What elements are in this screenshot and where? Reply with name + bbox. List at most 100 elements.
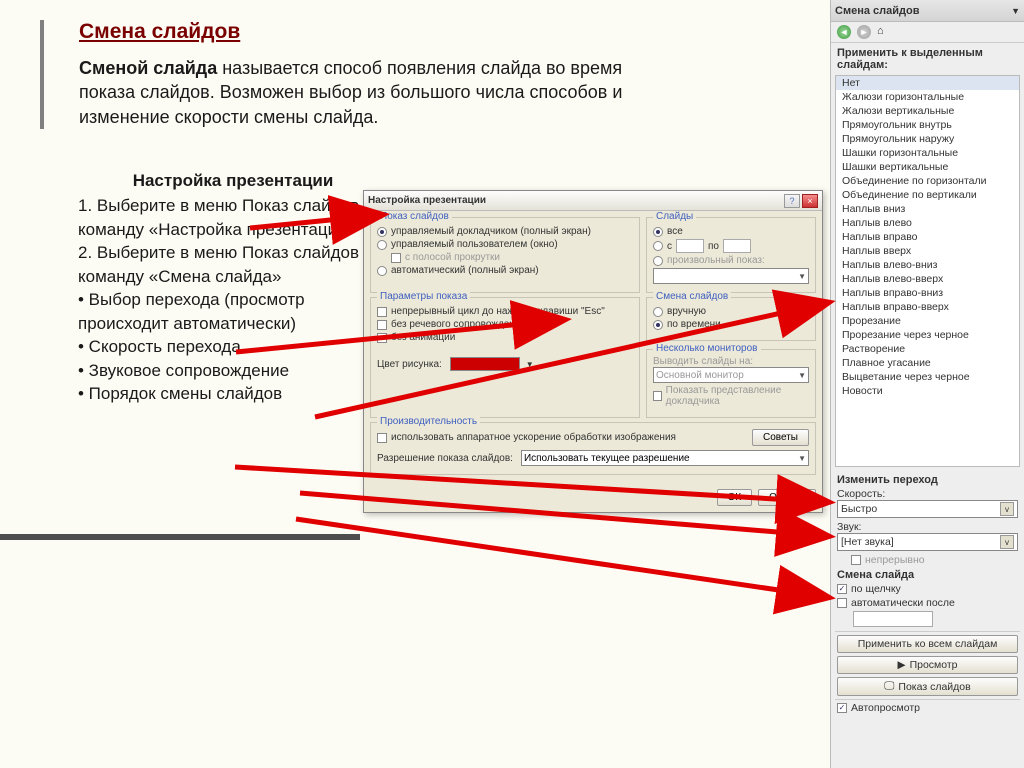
modify-transition-title: Изменить переход	[837, 474, 1018, 486]
sound-select[interactable]: [Нет звука]v	[837, 533, 1018, 551]
instruction-bullet-1: • Выбор перехода (просмотр происходит ав…	[78, 288, 388, 335]
speed-select[interactable]: Быстроv	[837, 500, 1018, 518]
transition-item[interactable]: Прорезание через черное	[836, 328, 1019, 342]
label-custom: произвольный показ:	[667, 255, 765, 266]
nav-forward-icon: ►	[857, 25, 871, 39]
fieldset-advance: Смена слайдов вручную по времени	[646, 297, 816, 341]
label-autopreview: Автопросмотр	[851, 702, 920, 714]
sound-value: [Нет звука]	[841, 536, 894, 548]
transition-item[interactable]: Плавное угасание	[836, 356, 1019, 370]
select-custom-show: ▼	[653, 268, 809, 284]
label-nosound: без речевого сопровождения	[391, 319, 526, 330]
label-loop: непрерывный цикл до нажатия клавиши "Esc…	[391, 306, 605, 317]
transition-item[interactable]: Наплыв влево	[836, 216, 1019, 230]
transition-item[interactable]: Наплыв вправо-вниз	[836, 286, 1019, 300]
transition-item[interactable]: Наплыв вверх	[836, 244, 1019, 258]
transition-item[interactable]: Растворение	[836, 342, 1019, 356]
transition-item[interactable]: Выцветание через черное	[836, 370, 1019, 384]
radio-range[interactable]	[653, 241, 663, 251]
transition-item[interactable]: Жалюзи горизонтальные	[836, 90, 1019, 104]
check-autopreview[interactable]	[837, 703, 847, 713]
label-all: все	[667, 226, 683, 237]
nav-back-icon[interactable]: ◄	[837, 25, 851, 39]
cancel-button[interactable]: Отмена	[758, 489, 816, 506]
auto-after-time-input[interactable]	[853, 611, 933, 627]
check-nosound[interactable]	[377, 320, 387, 330]
transition-list[interactable]: НетЖалюзи горизонтальныеЖалюзи вертикаль…	[835, 75, 1020, 467]
instructions-heading: Настройка презентации	[78, 169, 388, 192]
input-to[interactable]	[723, 239, 751, 253]
dialog-help-button[interactable]: ?	[784, 194, 800, 208]
instruction-step-2: 2. Выберите в меню Показ слайдов команду…	[78, 241, 388, 288]
taskpane-dropdown-icon[interactable]: ▼	[1011, 6, 1020, 16]
transition-item[interactable]: Объединение по горизонтали	[836, 174, 1019, 188]
speed-value: Быстро	[841, 503, 877, 515]
nav-home-icon[interactable]: ⌂	[877, 25, 891, 39]
legend-monitors: Несколько мониторов	[653, 343, 761, 354]
play-icon: ▶	[897, 659, 905, 671]
slide-transition-taskpane: Смена слайдов ▼ ◄ ► ⌂ Применить к выделе…	[830, 0, 1024, 768]
label-monitor-out: Выводить слайды на:	[653, 356, 809, 367]
transition-item[interactable]: Наплыв влево-вниз	[836, 258, 1019, 272]
transition-item[interactable]: Нет	[836, 76, 1019, 90]
legend-show: Показ слайдов	[377, 211, 452, 222]
check-on-click[interactable]	[837, 584, 847, 594]
page-title: Смена слайдов	[79, 20, 830, 44]
radio-presenter[interactable]	[377, 227, 387, 237]
select-monitor: Основной монитор▼	[653, 367, 809, 383]
transition-item[interactable]: Прямоугольник внутрь	[836, 118, 1019, 132]
pen-color-swatch[interactable]	[450, 357, 520, 371]
transition-item[interactable]: Объединение по вертикали	[836, 188, 1019, 202]
divider-2	[835, 699, 1020, 700]
label-user: управляемый пользователем (окно)	[391, 239, 558, 250]
input-from[interactable]	[676, 239, 704, 253]
apply-to-all-button[interactable]: Применить ко всем слайдам	[837, 635, 1018, 653]
radio-user[interactable]	[377, 240, 387, 250]
transition-item[interactable]: Новости	[836, 384, 1019, 398]
transition-item[interactable]: Прорезание	[836, 314, 1019, 328]
label-pen-color: Цвет рисунка:	[377, 359, 442, 370]
transition-item[interactable]: Жалюзи вертикальные	[836, 104, 1019, 118]
transition-item[interactable]: Шашки горизонтальные	[836, 146, 1019, 160]
transition-item[interactable]: Наплыв вправо-вверх	[836, 300, 1019, 314]
divider	[835, 631, 1020, 632]
sound-label: Звук:	[837, 521, 1018, 533]
check-loop[interactable]	[377, 307, 387, 317]
play-preview-button[interactable]: ▶Просмотр	[837, 656, 1018, 674]
fieldset-monitors: Несколько мониторов Выводить слайды на: …	[646, 349, 816, 418]
select-resolution[interactable]: Использовать текущее разрешение▼	[521, 450, 809, 466]
legend-perf: Производительность	[377, 416, 480, 427]
label-presenter-view: Показать представление докладчика	[666, 385, 809, 407]
radio-manual[interactable]	[653, 307, 663, 317]
radio-custom-show	[653, 256, 663, 266]
tips-button[interactable]: Советы	[752, 429, 809, 446]
check-auto-after[interactable]	[837, 598, 847, 608]
instructions-block: Настройка презентации 1. Выберите в меню…	[78, 169, 388, 406]
label-auto: автоматический (полный экран)	[391, 265, 539, 276]
transition-item[interactable]: Наплыв влево-вверх	[836, 272, 1019, 286]
radio-timed[interactable]	[653, 320, 663, 330]
radio-auto[interactable]	[377, 266, 387, 276]
dialog-close-button[interactable]: ×	[802, 194, 818, 208]
transition-item[interactable]: Наплыв вниз	[836, 202, 1019, 216]
label-on-click: по щелчку	[851, 583, 901, 595]
transition-item[interactable]: Наплыв вправо	[836, 230, 1019, 244]
taskpane-header[interactable]: Смена слайдов ▼	[831, 0, 1024, 22]
transition-item[interactable]: Прямоугольник наружу	[836, 132, 1019, 146]
speed-label: Скорость:	[837, 488, 1018, 500]
check-scrollbar	[391, 253, 401, 263]
slideshow-button[interactable]: 🖵Показ слайдов	[837, 677, 1018, 696]
check-hw-accel[interactable]	[377, 433, 387, 443]
label-from: с	[667, 241, 672, 252]
label-scrollbar: с полосой прокрутки	[405, 252, 500, 263]
ok-button[interactable]: ОК	[717, 489, 753, 506]
check-noanim[interactable]	[377, 333, 387, 343]
dialog-titlebar[interactable]: Настройка презентации ? ×	[364, 191, 822, 211]
intro-bold: Сменой слайда	[79, 58, 217, 78]
instruction-bullet-4: • Порядок смены слайдов	[78, 382, 388, 405]
transition-item[interactable]: Шашки вертикальные	[836, 160, 1019, 174]
label-hw-accel: использовать аппаратное ускорение обрабо…	[391, 432, 676, 443]
radio-all-slides[interactable]	[653, 227, 663, 237]
label-noanim: без анимации	[391, 332, 455, 343]
slideshow-label: Показ слайдов	[898, 681, 970, 693]
